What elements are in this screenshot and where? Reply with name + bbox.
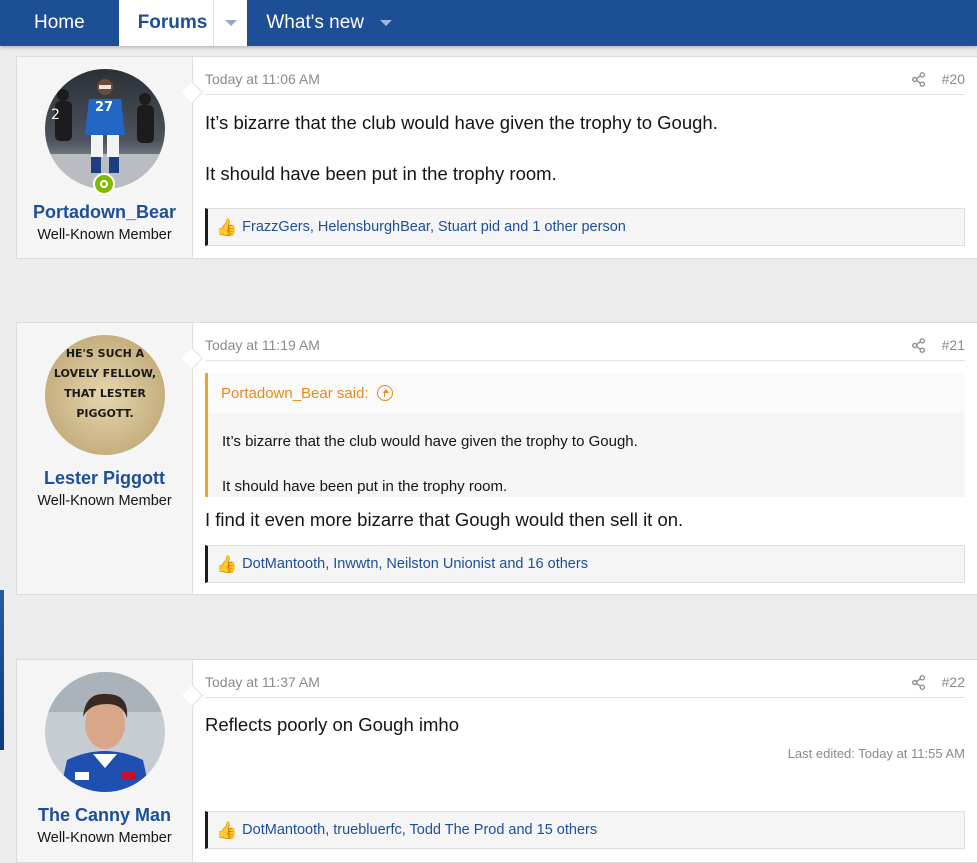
post-user-panel: HE'S SUCH A LOVELY FELLOW, THAT LESTER P… <box>17 323 193 594</box>
post-number-link[interactable]: #20 <box>942 71 965 87</box>
quote-line: It should have been put in the trophy ro… <box>222 478 508 495</box>
post-timestamp[interactable]: Today at 11:37 AM <box>205 674 320 697</box>
post-header: Today at 11:06 AM #20 <box>205 71 965 95</box>
share-icon[interactable] <box>911 72 926 87</box>
share-icon[interactable] <box>911 675 926 690</box>
svg-text:27: 27 <box>95 100 113 115</box>
post-user-panel: The Canny Man Well-Known Member <box>17 660 193 862</box>
reactions-bar[interactable]: 👍 DotMantooth, Inwwtn, Neilston Unionist… <box>205 545 965 583</box>
reactions-bar[interactable]: 👍 FrazzGers, HelensburghBear, Stuart pid… <box>205 208 965 246</box>
post-21: HE'S SUCH A LOVELY FELLOW, THAT LESTER P… <box>16 322 977 595</box>
post-header: Today at 11:19 AM #21 <box>205 337 965 361</box>
post-timestamp[interactable]: Today at 11:19 AM <box>205 337 320 360</box>
online-status-icon <box>93 173 115 195</box>
username[interactable]: Lester Piggott <box>17 468 192 489</box>
chevron-down-icon <box>379 20 392 26</box>
chevron-down-icon <box>224 20 237 26</box>
post-body-line: I find it even more bizarre that Gough w… <box>205 509 684 530</box>
share-icon[interactable] <box>911 338 926 353</box>
quote-author[interactable]: Portadown_Bear said: <box>221 385 369 402</box>
last-edited-note: Last edited: Today at 11:55 AM <box>787 746 965 761</box>
football-player-avatar-icon[interactable]: 27 2 <box>45 69 165 189</box>
post-header: Today at 11:37 AM #22 <box>205 674 965 698</box>
user-title: Well-Known Member <box>37 830 172 846</box>
go-to-quoted-post-icon[interactable] <box>376 385 393 401</box>
reactions-list[interactable]: DotMantooth, Inwwtn, Neilston Unionist a… <box>242 556 588 572</box>
quote-block: Portadown_Bear said: It’s bizarre that t… <box>205 373 965 497</box>
post-20: 27 2 Portadown_Bear Well-Known Member To… <box>16 56 977 259</box>
post-number-link[interactable]: #21 <box>942 337 965 353</box>
post-content: Today at 11:37 AM #22 Reflects poorly on… <box>193 660 977 862</box>
post-content: Today at 11:06 AM #20 It’s bizarre that … <box>193 57 977 258</box>
nav-forums-label[interactable]: Forums <box>119 0 214 46</box>
svg-text:PIGGOTT.: PIGGOTT. <box>76 407 133 420</box>
reactions-list[interactable]: FrazzGers, HelensburghBear, Stuart pid a… <box>242 219 626 235</box>
quote-line: It’s bizarre that the club would have gi… <box>222 433 638 450</box>
post-user-panel: 27 2 Portadown_Bear Well-Known Member <box>17 57 193 258</box>
svg-text:THAT LESTER: THAT LESTER <box>64 387 146 400</box>
post-body-line: Reflects poorly on Gough imho <box>205 714 459 735</box>
nav-home[interactable]: Home <box>0 0 101 46</box>
nav-forums: Forums <box>118 0 248 46</box>
post-body-line: It should have been put in the trophy ro… <box>205 163 557 184</box>
username[interactable]: Portadown_Bear <box>17 202 192 223</box>
post-22: The Canny Man Well-Known Member Today at… <box>16 659 977 863</box>
post-body-line: It’s bizarre that the club would have gi… <box>205 112 718 133</box>
post-timestamp[interactable]: Today at 11:06 AM <box>205 71 320 94</box>
post-number-link[interactable]: #22 <box>942 674 965 690</box>
quote-header[interactable]: Portadown_Bear said: <box>208 373 965 413</box>
svg-text:LOVELY FELLOW,: LOVELY FELLOW, <box>54 367 156 380</box>
thumbs-up-icon: 👍 <box>216 820 238 840</box>
reactions-list[interactable]: DotMantooth, truebluerfc, Todd The Prod … <box>242 822 597 838</box>
nav-whats-new[interactable]: What's new <box>247 0 408 46</box>
reactions-bar[interactable]: 👍 DotMantooth, truebluerfc, Todd The Pro… <box>205 811 965 849</box>
meme-text-avatar-icon[interactable]: HE'S SUCH A LOVELY FELLOW, THAT LESTER P… <box>45 335 165 455</box>
svg-text:HE'S SUCH A: HE'S SUCH A <box>66 347 145 360</box>
nav-whats-new-label: What's new <box>266 12 364 33</box>
post-content: Today at 11:19 AM #21 Portadown_Bear sai… <box>193 323 977 594</box>
top-navigation: Home Forums What's new <box>0 0 977 46</box>
svg-text:2: 2 <box>51 107 60 123</box>
user-title: Well-Known Member <box>37 227 172 243</box>
footballer-portrait-avatar-icon[interactable] <box>45 672 165 792</box>
username[interactable]: The Canny Man <box>17 805 192 826</box>
thumbs-up-icon: 👍 <box>216 217 238 237</box>
window-edge-decoration <box>0 590 4 750</box>
thumbs-up-icon: 👍 <box>216 554 238 574</box>
forums-dropdown-button[interactable] <box>213 0 247 46</box>
user-title: Well-Known Member <box>37 493 172 509</box>
